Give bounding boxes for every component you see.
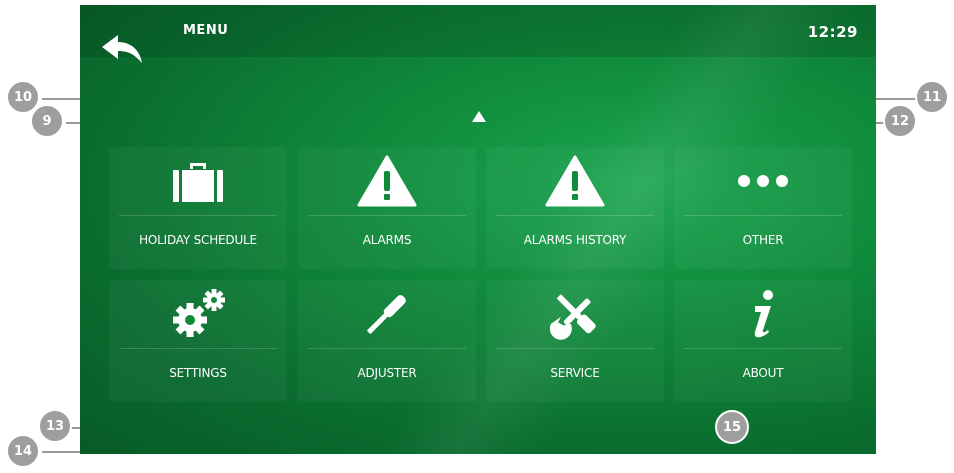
clock: 12:29 bbox=[807, 23, 858, 41]
tile-other[interactable]: OTHER bbox=[674, 147, 852, 269]
tile-label: OTHER bbox=[742, 233, 784, 247]
callout-badge-12: 12 bbox=[883, 104, 917, 138]
menu-screen: MENU 12:29 HOLIDAY SCHEDULE ALARMS ALARM… bbox=[80, 5, 876, 454]
callout-badge-13: 13 bbox=[38, 409, 72, 443]
briefcase-icon bbox=[173, 163, 223, 202]
page-title: MENU bbox=[183, 23, 229, 38]
callout-badge-11: 11 bbox=[915, 80, 949, 114]
tile-about[interactable]: ABOUT bbox=[674, 280, 852, 402]
tile-label: ABOUT bbox=[742, 366, 784, 380]
back-button[interactable] bbox=[100, 31, 146, 65]
warning-icon bbox=[545, 155, 605, 207]
tile-label: ADJUSTER bbox=[357, 366, 417, 380]
gears-icon bbox=[173, 289, 225, 337]
back-arrow-icon bbox=[102, 35, 142, 63]
callout-badge-9: 9 bbox=[30, 104, 64, 138]
screwdriver-icon bbox=[367, 295, 406, 334]
tile-label: ALARMS HISTORY bbox=[523, 233, 627, 247]
tile-adjuster[interactable]: ADJUSTER bbox=[298, 280, 476, 402]
tile-service[interactable]: SERVICE bbox=[486, 280, 664, 402]
tile-alarms-history[interactable]: ALARMS HISTORY bbox=[486, 147, 664, 269]
more-dots-icon bbox=[738, 175, 788, 187]
wrench-screwdriver-icon bbox=[549, 294, 596, 340]
tile-label: ALARMS bbox=[362, 233, 412, 247]
tile-label: SETTINGS bbox=[169, 366, 227, 380]
callout-badge-15: 15 bbox=[715, 410, 749, 444]
tile-settings[interactable]: SETTINGS bbox=[109, 280, 287, 402]
tile-alarms[interactable]: ALARMS bbox=[298, 147, 476, 269]
tile-label: HOLIDAY SCHEDULE bbox=[139, 233, 257, 247]
info-icon bbox=[754, 290, 773, 338]
tile-label: SERVICE bbox=[550, 366, 600, 380]
warning-icon bbox=[357, 155, 417, 207]
tile-holiday-schedule[interactable]: HOLIDAY SCHEDULE bbox=[109, 147, 287, 269]
callout-badge-14: 14 bbox=[6, 434, 40, 468]
callout-badge-10: 10 bbox=[6, 80, 40, 114]
scroll-up-icon[interactable] bbox=[472, 111, 486, 122]
